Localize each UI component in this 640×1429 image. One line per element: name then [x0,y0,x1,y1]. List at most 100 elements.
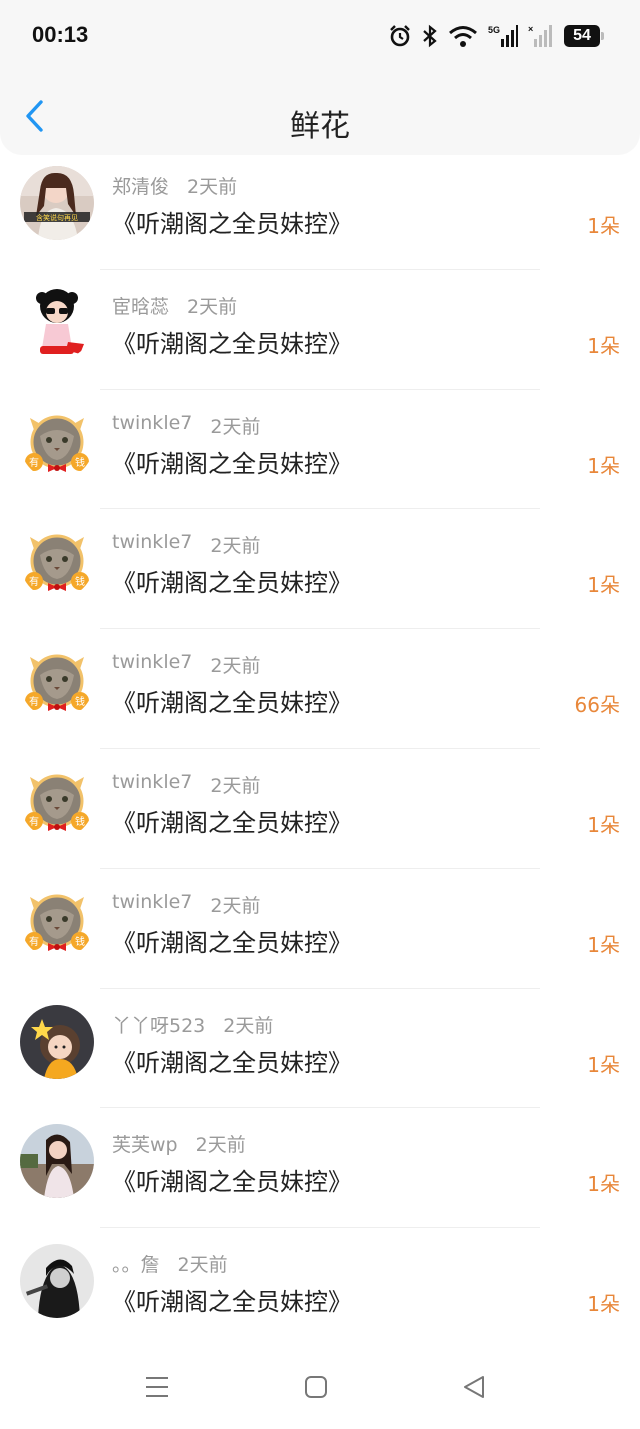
username: 。。詹 [112,1254,160,1277]
flower-count: 66朵 [574,693,620,718]
book-title[interactable]: 《听潮阁之全员妹控》 [112,563,352,598]
flower-count: 1朵 [587,214,620,238]
flower-count: 1朵 [587,1172,620,1197]
item-meta: twinkle7 2天前 [112,891,260,918]
book-title[interactable]: 《听潮阁之全员妹控》 [112,324,352,359]
back-nav-button[interactable] [454,1367,494,1407]
item-meta: 郑清俊 2天前 [112,172,237,199]
list-item[interactable]: 有钱 twinkle7 2天前 《听潮阁之全员妹控》 1朵 [0,390,640,510]
timestamp: 2天前 [177,1254,228,1277]
svg-text:钱: 钱 [75,935,85,948]
avatar[interactable]: 有钱 [20,525,94,600]
timestamp: 2天前 [210,415,261,438]
svg-text:有: 有 [29,935,39,948]
list-item[interactable]: 含笑说句再见 郑清俊 2天前《听潮阁之全员妹控》 1朵 [0,150,640,270]
username: twinkle7 [112,651,193,674]
page-title: 鲜花 [290,109,350,144]
timestamp: 2天前 [210,894,261,917]
flower-count: 1朵 [587,333,620,358]
svg-text:钱: 钱 [75,695,85,708]
signal-icon: × [528,24,554,48]
avatar[interactable] [20,1124,94,1199]
flower-list: 含笑说句再见 郑清俊 2天前 《听潮阁之全员妹控》 1朵 宦晗蕊 2天前 《听潮阁之全员妹控》… [0,150,640,1348]
flower-count: 1朵 [587,812,620,837]
item-meta: 芙芙wp 2天前 [112,1130,246,1157]
username: 宦晗蕊 [112,295,170,318]
home-button[interactable] [296,1367,336,1407]
timestamp: 2天前 [210,535,261,558]
back-triangle-icon [464,1376,484,1398]
timestamp: 2天前 [210,774,261,797]
svg-text:含笑说句再见: 含笑说句再见 [36,213,78,222]
svg-text:有: 有 [29,575,39,588]
list-item[interactable]: 有钱 twinkle7 2天前 《听潮阁之全员妹控》 1朵 [0,749,640,869]
svg-text:钱: 钱 [75,575,85,588]
timestamp: 2天前 [223,1014,274,1037]
flower-count: 1朵 [587,932,620,957]
svg-text:5G: 5G [488,25,500,35]
avatar[interactable]: 有钱 [20,884,94,959]
wifi-icon [448,24,478,48]
menu-button[interactable] [137,1367,177,1407]
timestamp: 2天前 [210,655,261,678]
username: twinkle7 [112,531,193,554]
flower-count: 1朵 [587,453,620,478]
item-meta: 。。詹 2天前 [112,1250,228,1277]
list-item[interactable]: 丫丫呀523 2天前《听潮阁之全员妹控》 1朵 [0,989,640,1109]
username: twinkle7 [112,890,193,913]
svg-text:有: 有 [29,695,39,708]
book-title[interactable]: 《听潮阁之全员妹控》 [112,444,352,479]
book-title[interactable]: 《听潮阁之全员妹控》 [112,803,352,838]
book-title[interactable]: 《听潮阁之全员妹控》 [112,683,352,718]
flower-count: 1朵 [587,1292,620,1317]
avatar[interactable] [20,1004,94,1079]
alarm-icon [388,24,412,48]
status-time: 00:13 [32,22,89,47]
list-item[interactable]: 有钱 twinkle7 2天前 《听潮阁之全员妹控》 1朵 [0,869,640,989]
status-bar: 00:13 5G × 54 [0,0,640,75]
list-item[interactable]: 有钱 twinkle7 2天前 《听潮阁之全员妹控》 1朵 [0,509,640,630]
item-meta: twinkle7 2天前 [112,412,260,439]
username: twinkle7 [112,411,193,434]
book-title[interactable]: 《听潮阁之全员妹控》 [112,204,352,239]
svg-text:钱: 钱 [75,456,85,469]
signal-5g-icon: 5G [488,24,518,48]
username: 芙芙wp [112,1134,178,1157]
bluetooth-icon [422,24,438,48]
list-item[interactable]: 宦晗蕊 2天前《听潮阁之全员妹控》 1朵 [0,270,640,390]
avatar[interactable]: 有钱 [20,764,94,839]
username: twinkle7 [112,770,193,793]
book-title[interactable]: 《听潮阁之全员妹控》 [112,1043,352,1078]
list-item[interactable]: 。。詹 2天前《听潮阁之全员妹控》 1朵 [0,1228,640,1348]
item-meta: twinkle7 2天前 [112,531,260,558]
svg-text:有: 有 [29,456,39,469]
avatar[interactable]: 有钱 [20,405,94,480]
avatar[interactable] [20,1244,94,1319]
system-nav-bar [0,1347,640,1429]
book-title[interactable]: 《听潮阁之全员妹控》 [112,1282,352,1317]
header: 鲜花 [0,75,640,155]
username: 丫丫呀523 [112,1014,206,1037]
item-meta: twinkle7 2天前 [112,651,260,678]
list-item[interactable]: 有钱 twinkle7 2天前 《听潮阁之全员妹控》 66朵 [0,629,640,749]
item-meta: 丫丫呀523 2天前 [112,1011,273,1038]
list-item[interactable]: 芙芙wp 2天前《听潮阁之全员妹控》 1朵 [0,1108,640,1229]
avatar[interactable]: 有钱 [20,645,94,720]
flower-count: 1朵 [587,573,620,598]
username: 郑清俊 [112,176,170,198]
home-square-icon [305,1376,327,1398]
menu-icon [146,1377,168,1397]
avatar[interactable]: 含笑说句再见 [20,166,94,240]
item-meta: 宦晗蕊 2天前 [112,292,237,319]
timestamp: 2天前 [187,295,238,318]
avatar[interactable] [20,285,94,360]
status-icons: 5G × 54 [388,22,604,50]
timestamp: 2天前 [187,176,238,198]
book-title[interactable]: 《听潮阁之全员妹控》 [112,923,352,958]
svg-text:钱: 钱 [75,815,85,828]
book-title[interactable]: 《听潮阁之全员妹控》 [112,1162,352,1197]
svg-text:×: × [528,24,533,34]
item-meta: twinkle7 2天前 [112,771,260,798]
svg-text:有: 有 [29,815,39,828]
flower-count: 1朵 [587,1052,620,1077]
